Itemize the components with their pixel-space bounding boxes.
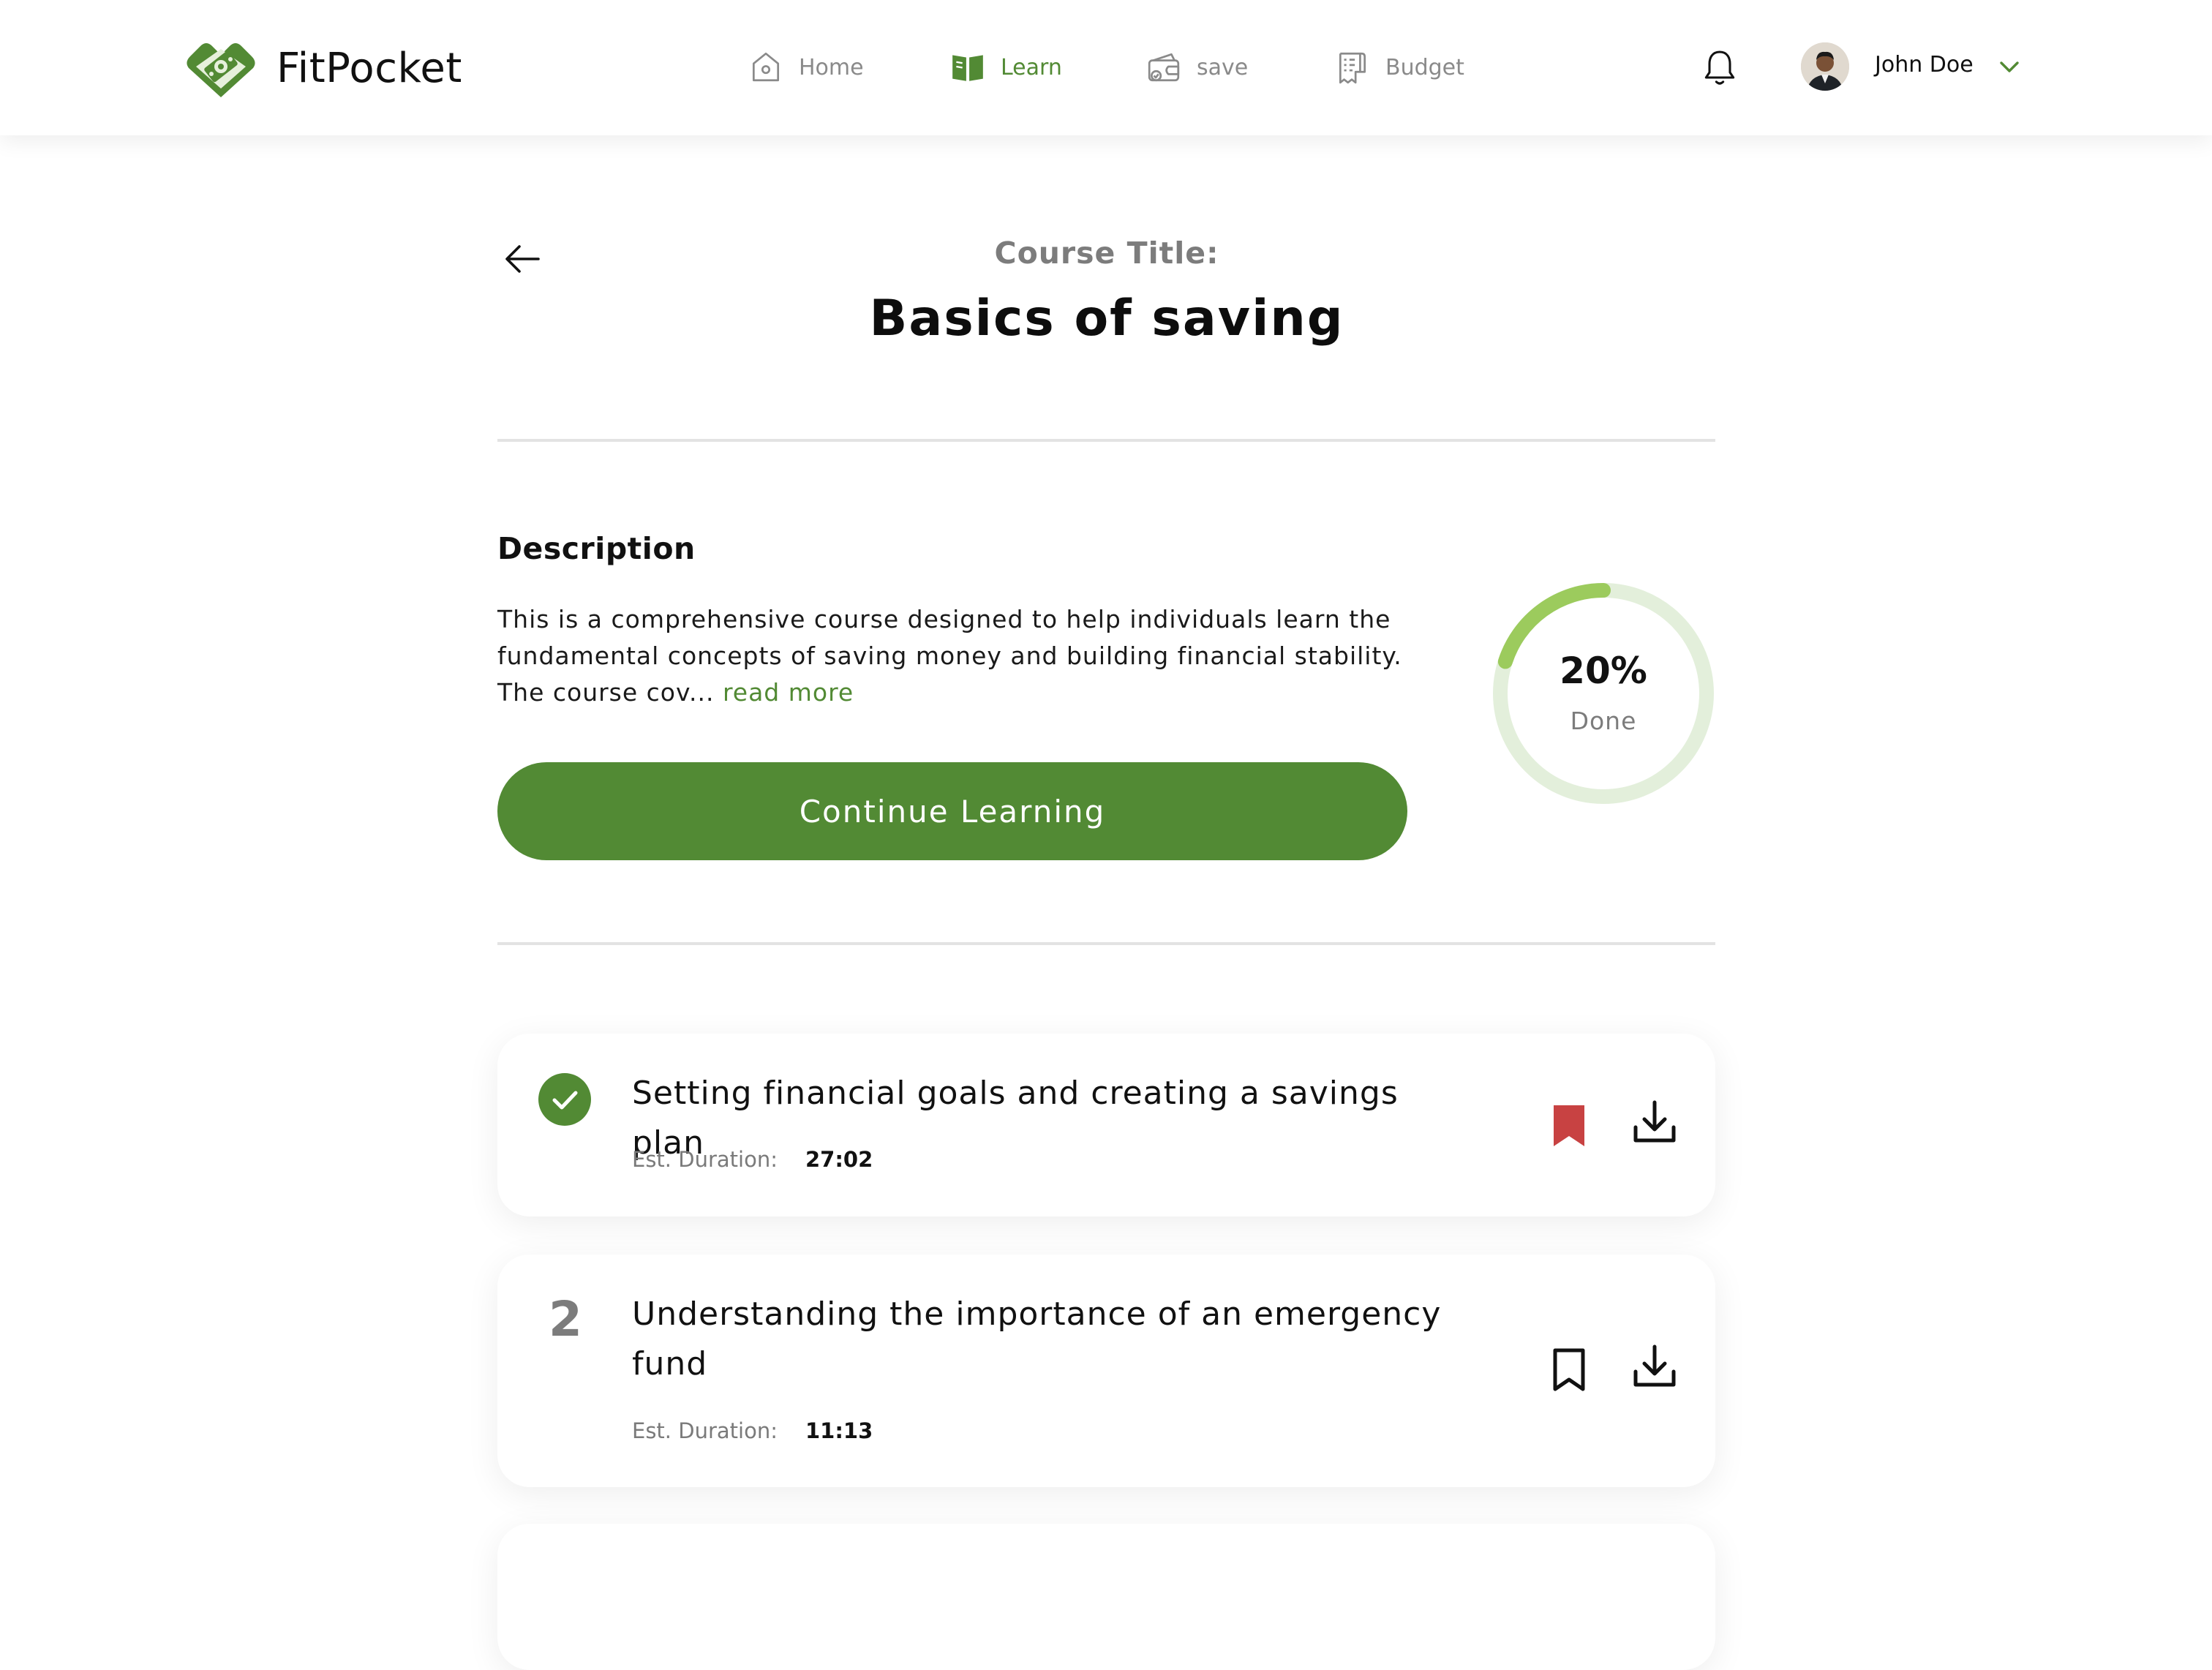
nav-home[interactable]: Home <box>748 45 864 89</box>
duration-value: 27:02 <box>805 1147 873 1172</box>
progress-ring <box>1493 583 1714 804</box>
home-icon <box>752 52 780 82</box>
notification-bell-icon[interactable] <box>1699 47 1740 88</box>
lesson-duration: Est. Duration: 11:13 <box>632 1418 873 1443</box>
course-title: Basics of saving <box>869 290 1344 347</box>
description-heading: Description <box>497 531 696 566</box>
nav-save[interactable]: save <box>1146 45 1248 89</box>
description-text: This is a comprehensive course designed … <box>497 601 1419 711</box>
nav-budget[interactable]: Budget <box>1334 45 1464 89</box>
description-body: This is a comprehensive course designed … <box>497 605 1402 707</box>
logo-icon <box>187 43 255 97</box>
divider <box>497 439 1715 442</box>
check-circle-icon <box>538 1073 591 1126</box>
course-title-label: Course Title: <box>994 236 1219 271</box>
lesson-card[interactable] <box>497 1524 1715 1670</box>
nav-home-label: Home <box>799 54 864 80</box>
lesson-duration: Est. Duration: 27:02 <box>632 1147 873 1172</box>
logo[interactable]: FitPocket <box>183 35 462 101</box>
nav-learn[interactable]: Learn <box>949 45 1062 89</box>
nav-learn-label: Learn <box>1001 54 1062 80</box>
user-photo-icon <box>1801 42 1849 91</box>
continue-learning-button[interactable]: Continue Learning <box>497 762 1407 860</box>
bookmark-outline-icon[interactable] <box>1549 1347 1589 1393</box>
nav-save-label: save <box>1197 54 1249 80</box>
bookmark-filled-icon[interactable] <box>1549 1102 1589 1149</box>
duration-label: Est. Duration: <box>632 1147 778 1172</box>
user-name[interactable]: John Doe <box>1875 52 1974 78</box>
read-more-link[interactable]: read more <box>723 678 854 707</box>
lesson-card[interactable]: 2 Understanding the importance of an eme… <box>497 1255 1715 1487</box>
nav-budget-label: Budget <box>1385 54 1464 80</box>
wallet-icon <box>1148 53 1180 82</box>
progress-percent: 20% <box>1560 650 1647 692</box>
app-name: FitPocket <box>276 44 462 92</box>
book-icon <box>952 55 983 81</box>
receipt-icon <box>1339 52 1366 84</box>
chevron-down-icon[interactable] <box>1995 54 2023 80</box>
duration-value: 11:13 <box>805 1418 873 1443</box>
lesson-number: 2 <box>549 1291 582 1347</box>
divider <box>497 942 1715 945</box>
download-icon[interactable] <box>1630 1342 1679 1392</box>
top-navbar: FitPocket Home Learn save Budget John Do… <box>0 0 2212 135</box>
avatar[interactable] <box>1801 42 1849 91</box>
lesson-title: Understanding the importance of an emerg… <box>632 1295 1442 1383</box>
duration-label: Est. Duration: <box>632 1418 778 1443</box>
download-icon[interactable] <box>1630 1098 1679 1148</box>
progress-label: Done <box>1570 707 1637 735</box>
lesson-card[interactable]: Setting financial goals and creating a s… <box>497 1034 1715 1216</box>
